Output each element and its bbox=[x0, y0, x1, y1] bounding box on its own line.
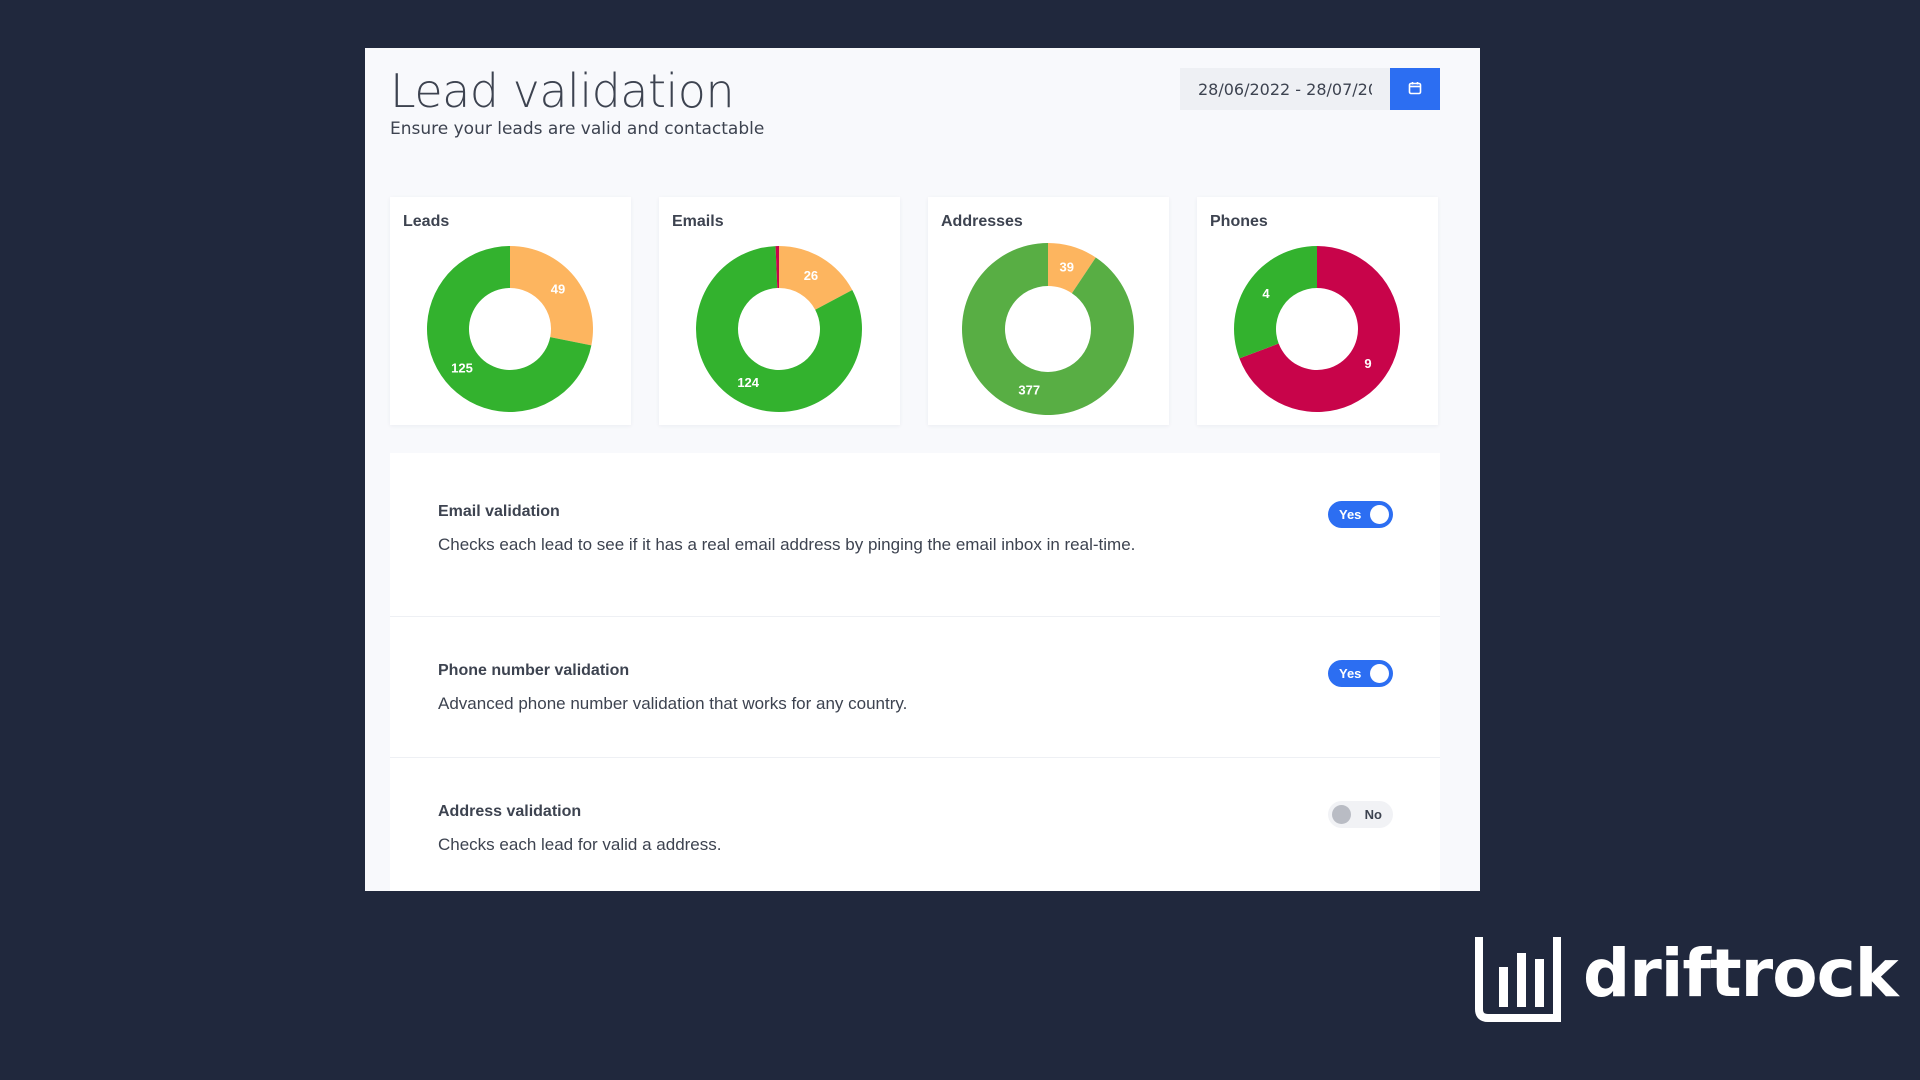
page-subtitle: Ensure your leads are valid and contacta… bbox=[390, 119, 765, 139]
donut-data-label: 377 bbox=[1018, 383, 1040, 398]
card-emails: Emails 26 124 bbox=[659, 197, 900, 425]
page-title: Lead validation bbox=[390, 64, 735, 118]
card-addresses: Addresses 39 377 bbox=[928, 197, 1169, 425]
card-leads: Leads 49 125 bbox=[390, 197, 631, 425]
donut-data-label: 125 bbox=[451, 360, 473, 375]
donut-data-label: 9 bbox=[1364, 356, 1371, 371]
toggle-label: Yes bbox=[1339, 507, 1362, 522]
donut-data-label: 26 bbox=[804, 268, 818, 283]
setting-title: Address validation bbox=[438, 803, 582, 820]
toggle-knob bbox=[1370, 505, 1389, 524]
date-range-input[interactable] bbox=[1180, 68, 1390, 110]
emails-donut-chart: 26 124 bbox=[696, 246, 862, 413]
donut-segment bbox=[1234, 246, 1317, 359]
setting-description: Checks each lead to see if it has a real… bbox=[438, 535, 1136, 554]
leads-donut-chart: 49 125 bbox=[427, 246, 593, 412]
driftrock-logo-icon bbox=[1475, 937, 1561, 1022]
calendar-icon bbox=[1408, 81, 1422, 98]
donut-segment bbox=[962, 243, 1134, 415]
brand-name: driftrock bbox=[1583, 935, 1899, 1012]
phones-donut-chart: 94 bbox=[1234, 246, 1400, 412]
card-phones: Phones 94 bbox=[1197, 197, 1438, 425]
setting-title: Email validation bbox=[438, 503, 560, 520]
lead-validation-panel: Lead validation Ensure your leads are va… bbox=[365, 48, 1480, 891]
setting-email-validation: Email validation Checks each lead to see… bbox=[390, 453, 1440, 617]
donut-data-label: 4 bbox=[1262, 286, 1270, 301]
toggle-knob bbox=[1332, 805, 1351, 824]
addresses-donut-chart: 39 377 bbox=[962, 243, 1134, 415]
toggle-knob bbox=[1370, 664, 1389, 683]
date-range-picker bbox=[1180, 68, 1440, 110]
setting-address-validation: Address validation Checks each lead for … bbox=[390, 757, 1440, 891]
driftrock-brand: driftrock bbox=[1475, 935, 1899, 1022]
setting-title: Phone number validation bbox=[438, 662, 630, 679]
email-validation-toggle[interactable]: Yes bbox=[1328, 501, 1393, 528]
donut-data-label: 39 bbox=[1059, 259, 1073, 274]
phone-validation-toggle[interactable]: Yes bbox=[1328, 660, 1393, 687]
donut-data-label: 124 bbox=[737, 375, 759, 390]
setting-phone-validation: Phone number validation Advanced phone n… bbox=[390, 616, 1440, 758]
address-validation-toggle[interactable]: No bbox=[1328, 801, 1393, 828]
toggle-label: Yes bbox=[1339, 666, 1362, 681]
setting-description: Advanced phone number validation that wo… bbox=[438, 694, 908, 713]
calendar-button[interactable] bbox=[1390, 68, 1440, 110]
donut-data-label: 49 bbox=[551, 282, 565, 297]
validation-settings: Email validation Checks each lead to see… bbox=[390, 453, 1440, 891]
toggle-label: No bbox=[1364, 807, 1382, 822]
setting-description: Checks each lead for valid a address. bbox=[438, 835, 722, 854]
stats-cards: Leads 49 125 Emails 26 124 Addresses 39 377… bbox=[390, 197, 1440, 425]
